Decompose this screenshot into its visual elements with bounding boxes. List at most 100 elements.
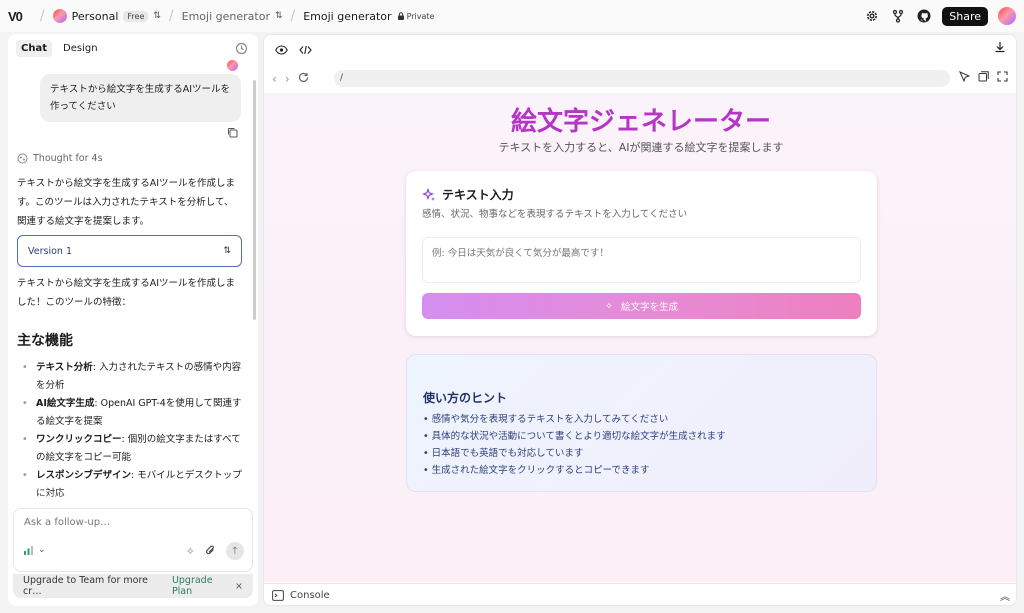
chat-title[interactable]: Emoji generator (303, 10, 391, 23)
v0-logo[interactable]: V0 (8, 9, 23, 24)
chat-panel: Chat Design テキストから絵文字を生成するAIツールを作ってください … (8, 34, 258, 606)
user-avatar[interactable] (998, 7, 1016, 25)
hints-title: 使い方のヒント (423, 391, 508, 405)
lock-icon (397, 12, 404, 20)
list-item: • 感情や気分を表現するテキストを入力してみてください (423, 414, 669, 425)
assistant-intro: テキストから絵文字を生成するAIツールを作成します。このツールは入力されたテキス… (17, 178, 236, 227)
list-item: • 具体的な状況や活動について書くとより適切な絵文字が生成されます (423, 431, 726, 442)
separator: / (168, 8, 174, 24)
refresh-icon[interactable] (298, 72, 309, 86)
follow-up-input[interactable]: Ask a follow-up… (24, 517, 110, 528)
version-label: Version 1 (28, 245, 72, 257)
thought-indicator[interactable]: Thought for 4s (17, 153, 103, 164)
sparkles-icon (422, 187, 435, 201)
preview-panel: ‹ › / 絵文字ジェネレーター テキストを入力すると、AIが関連する絵文字を提… (263, 34, 1017, 606)
page-title: 絵文字ジェネレーター (510, 107, 771, 137)
sparkles-icon: ✧ (605, 300, 613, 312)
top-bar-actions: Share (864, 6, 1016, 26)
code-icon[interactable] (296, 41, 314, 59)
upgrade-text: Upgrade to Team for more cr… (23, 575, 149, 597)
workspace-avatar (52, 9, 67, 23)
thought-label: Thought for 4s (33, 153, 103, 164)
brain-icon (17, 153, 28, 164)
paperclip-icon[interactable] (205, 544, 216, 559)
chevrons-up-icon[interactable]: ︽ (1000, 588, 1010, 603)
assistant-summary: テキストから絵文字を生成するAIツールを作成しました！このツールの特徴： (17, 278, 236, 308)
chevron-up-down-icon: ⇅ (274, 11, 283, 21)
tab-chat[interactable]: Chat (16, 40, 52, 57)
new-window-icon[interactable] (978, 71, 989, 85)
card-title: テキスト入力 (442, 188, 514, 202)
arrow-up-icon: ↑ (230, 545, 240, 557)
generate-emoji-button[interactable]: ✧ 絵文字を生成 (422, 293, 861, 319)
chevron-up-down-icon: ⇅ (153, 11, 161, 21)
console-label: Console (290, 590, 330, 601)
hints-card: 使い方のヒント • 感情や気分を表現するテキストを入力してみてください • 具体… (406, 354, 877, 492)
close-icon[interactable]: × (235, 581, 243, 592)
send-button[interactable]: ↑ (226, 542, 244, 560)
feature-name: ワンクリックコピー (36, 434, 122, 445)
project-name: Emoji generator (181, 9, 270, 23)
features-heading: 主な機能 (17, 333, 73, 349)
preview-toolbar (272, 41, 314, 59)
feature-name: テキスト分析 (36, 362, 93, 373)
git-fork-icon[interactable] (890, 8, 906, 24)
workspace-switcher[interactable]: Personal Free ⇅ (52, 9, 161, 23)
page-subtitle: テキストを入力すると、AIが関連する絵文字を提案します (498, 141, 784, 154)
list-item: • 日本語でも英語でも対応しています (423, 448, 584, 459)
list-item: ワンクリックコピー: 個別の絵文字またはすべての絵文字をコピー可能 (22, 431, 242, 466)
list-item: テキスト分析: 入力されたテキストの感情や内容を分析 (22, 359, 242, 394)
top-bar: V0 / Personal Free ⇅ / Emoji generator ⇅… (0, 0, 1024, 32)
panel-tabs: Chat Design (16, 40, 103, 57)
emoji-text-input[interactable]: 例: 今日は天気が良くて気分が最高です！ (422, 237, 861, 283)
console-bar[interactable]: Console ︽ (264, 583, 1016, 605)
chat-composer: Ask a follow-up… ⌄ ✧ ↑ (13, 508, 253, 572)
list-item: • 生成された絵文字をクリックするとコピーできます (423, 465, 650, 476)
upgrade-banner: Upgrade to Team for more cr… Upgrade Pla… (13, 574, 253, 598)
forward-arrow-icon[interactable]: › (285, 72, 290, 86)
select-cursor-icon[interactable] (959, 71, 971, 85)
url-bar[interactable]: / (334, 70, 950, 87)
chat-scrollbar[interactable] (253, 80, 256, 320)
feature-list: テキスト分析: 入力されたテキストの感情や内容を分析 AI絵文字生成: Open… (22, 359, 242, 503)
chevron-up-down-icon: ⇅ (223, 246, 231, 256)
user-message-avatar (227, 60, 238, 71)
app-preview: 絵文字ジェネレーター テキストを入力すると、AIが関連する絵文字を提案します テ… (264, 93, 1016, 582)
back-arrow-icon[interactable]: ‹ (272, 72, 277, 86)
share-button[interactable]: Share (942, 6, 988, 26)
copy-icon[interactable] (227, 127, 238, 141)
gear-icon[interactable] (864, 8, 880, 24)
visibility-label: Private (406, 11, 435, 21)
upgrade-plan-link[interactable]: Upgrade Plan (172, 575, 235, 597)
composer-actions: ✧ ↑ (186, 542, 244, 560)
user-message: テキストから絵文字を生成するAIツールを作ってください (40, 74, 241, 122)
card-header: テキスト入力 (422, 186, 514, 203)
separator: / (290, 8, 296, 24)
model-selector[interactable]: ⌄ (24, 545, 46, 555)
version-selector[interactable]: Version 1 ⇅ (17, 235, 242, 267)
list-item: AI絵文字生成: OpenAI GPT-4を使用して関連する絵文字を提案 (22, 395, 242, 430)
browser-nav-actions (959, 71, 1008, 85)
bar-chart-icon (24, 545, 33, 555)
history-icon[interactable] (235, 42, 248, 58)
hints-list: • 感情や気分を表現するテキストを入力してみてください • 具体的な状況や活動に… (423, 411, 726, 479)
card-description: 感情、状況、物事などを表現するテキストを入力してください (422, 209, 688, 220)
sparkle-icon[interactable]: ✧ (186, 545, 195, 558)
feature-name: AI絵文字生成 (36, 398, 95, 409)
chat-title-area: Emoji generator Private (303, 10, 434, 23)
feature-name: レスポンシブデザイン (36, 470, 132, 481)
visibility-indicator[interactable]: Private (397, 11, 435, 21)
download-icon[interactable] (994, 41, 1006, 56)
eye-icon[interactable] (272, 41, 290, 59)
github-icon[interactable] (916, 8, 932, 24)
fullscreen-icon[interactable] (997, 71, 1008, 85)
project-switcher[interactable]: Emoji generator ⇅ (182, 10, 283, 23)
list-item: レスポンシブデザイン: モバイルとデスクトップに対応 (22, 467, 242, 502)
separator: / (39, 8, 45, 24)
chevron-down-icon: ⌄ (38, 545, 46, 555)
text-input-card: テキスト入力 感情、状況、物事などを表現するテキストを入力してください 例: 今… (406, 171, 877, 336)
terminal-icon (272, 590, 284, 601)
tab-design[interactable]: Design (58, 40, 103, 57)
workspace-name: Personal (71, 9, 119, 23)
generate-label: 絵文字を生成 (620, 302, 678, 313)
